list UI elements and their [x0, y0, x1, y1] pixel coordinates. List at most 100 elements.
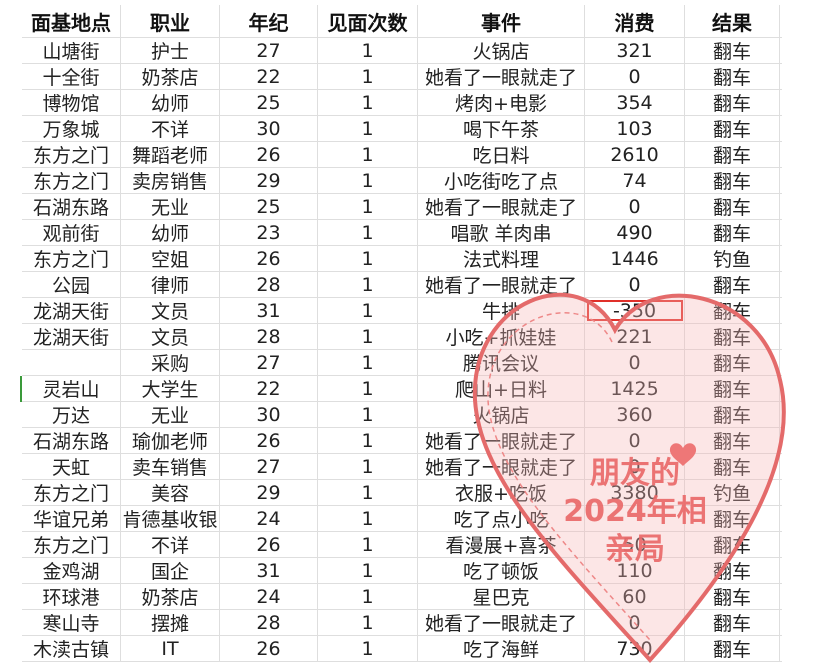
table-cell[interactable]: 卖房销售 [121, 168, 220, 193]
table-cell[interactable]: 27 [220, 38, 318, 63]
column-header[interactable]: 见面次数 [318, 5, 418, 37]
table-cell[interactable]: 1 [318, 402, 418, 427]
table-cell[interactable]: 29 [220, 480, 318, 505]
column-header[interactable]: 消费 [585, 5, 685, 37]
table-cell[interactable]: 354 [585, 90, 685, 115]
table-cell[interactable]: 翻车 [685, 428, 780, 453]
table-cell[interactable]: 25 [220, 90, 318, 115]
table-cell[interactable]: 1 [318, 194, 418, 219]
table-cell[interactable]: 大学生 [121, 376, 220, 401]
table-cell[interactable]: 26 [220, 246, 318, 271]
table-cell[interactable]: 翻车 [685, 636, 780, 661]
table-cell[interactable]: 31 [220, 558, 318, 583]
table-cell[interactable]: 22 [220, 64, 318, 89]
table-cell[interactable]: 翻车 [685, 142, 780, 167]
table-cell[interactable]: 东方之门 [22, 142, 121, 167]
table-cell[interactable]: 天虹 [22, 454, 121, 479]
table-cell[interactable]: 翻车 [685, 402, 780, 427]
table-cell[interactable]: 翻车 [685, 220, 780, 245]
table-cell[interactable]: 翻车 [685, 610, 780, 635]
column-header[interactable]: 职业 [121, 5, 220, 37]
table-cell[interactable]: 27 [220, 350, 318, 375]
table-cell[interactable]: 她看了一眼就走了 [418, 610, 585, 635]
table-cell[interactable]: 1 [318, 350, 418, 375]
table-cell[interactable]: 1 [318, 610, 418, 635]
table-cell[interactable]: 翻车 [685, 376, 780, 401]
table-cell[interactable]: 1 [318, 324, 418, 349]
table-cell[interactable]: 无业 [121, 194, 220, 219]
table-cell[interactable]: 唱歌 羊肉串 [418, 220, 585, 245]
table-cell[interactable]: 舞蹈老师 [121, 142, 220, 167]
table-cell[interactable]: 24 [220, 506, 318, 531]
table-cell[interactable]: 24 [220, 584, 318, 609]
table-cell[interactable]: 1 [318, 116, 418, 141]
table-cell[interactable]: 山塘街 [22, 38, 121, 63]
table-cell[interactable]: 她看了一眼就走了 [418, 194, 585, 219]
table-cell[interactable]: 摆摊 [121, 610, 220, 635]
table-cell[interactable]: 1 [318, 38, 418, 63]
table-cell[interactable] [22, 350, 121, 375]
table-cell[interactable]: 0 [585, 194, 685, 219]
table-cell[interactable]: 喝下午茶 [418, 116, 585, 141]
table-cell[interactable]: 26 [220, 142, 318, 167]
table-cell[interactable]: 28 [220, 324, 318, 349]
table-cell[interactable]: 1 [318, 558, 418, 583]
table-cell[interactable]: 腾讯会议 [418, 350, 585, 375]
table-cell[interactable]: 321 [585, 38, 685, 63]
table-cell[interactable]: 翻车 [685, 298, 780, 323]
table-cell[interactable]: 东方之门 [22, 480, 121, 505]
table-cell[interactable]: 星巴克 [418, 584, 585, 609]
table-cell[interactable]: 1425 [585, 376, 685, 401]
table-cell[interactable]: 730 [585, 636, 685, 661]
column-header[interactable]: 年纪 [220, 5, 318, 37]
table-cell[interactable]: 国企 [121, 558, 220, 583]
table-cell[interactable]: 22 [220, 376, 318, 401]
table-cell[interactable]: 1 [318, 168, 418, 193]
table-cell[interactable]: 美容 [121, 480, 220, 505]
table-cell[interactable]: 1446 [585, 246, 685, 271]
table-cell[interactable]: 2610 [585, 142, 685, 167]
table-cell[interactable]: 0 [585, 428, 685, 453]
table-cell[interactable]: 翻车 [685, 90, 780, 115]
table-cell[interactable]: 石湖东路 [22, 428, 121, 453]
table-cell[interactable]: 龙湖天街 [22, 298, 121, 323]
table-cell[interactable]: 无业 [121, 402, 220, 427]
table-cell[interactable]: 360 [585, 402, 685, 427]
table-cell[interactable]: 31 [220, 298, 318, 323]
table-cell[interactable]: 翻车 [685, 168, 780, 193]
column-header[interactable]: 结果 [685, 5, 780, 37]
table-cell[interactable]: 60 [585, 584, 685, 609]
column-header[interactable]: 面基地点 [22, 5, 121, 37]
table-cell[interactable]: 30 [220, 116, 318, 141]
table-cell[interactable]: 103 [585, 116, 685, 141]
table-cell[interactable]: 法式料理 [418, 246, 585, 271]
table-cell[interactable]: 采购 [121, 350, 220, 375]
table-cell[interactable]: 翻车 [685, 38, 780, 63]
table-cell[interactable]: 30 [220, 402, 318, 427]
table-cell[interactable]: 她看了一眼就走了 [418, 428, 585, 453]
table-cell[interactable]: 瑜伽老师 [121, 428, 220, 453]
table-cell[interactable]: 牛排 [418, 298, 585, 323]
table-cell[interactable]: 0 [585, 610, 685, 635]
table-cell[interactable]: 东方之门 [22, 168, 121, 193]
table-cell[interactable]: 27 [220, 454, 318, 479]
table-cell[interactable]: 文员 [121, 298, 220, 323]
table-cell[interactable]: 1 [318, 64, 418, 89]
table-cell[interactable]: 26 [220, 428, 318, 453]
table-cell[interactable]: 26 [220, 636, 318, 661]
table-cell[interactable]: 她看了一眼就走了 [418, 64, 585, 89]
table-cell[interactable]: 卖车销售 [121, 454, 220, 479]
table-cell[interactable]: 万达 [22, 402, 121, 427]
table-cell[interactable]: 0 [585, 64, 685, 89]
table-cell[interactable]: 28 [220, 610, 318, 635]
table-cell[interactable]: 空姐 [121, 246, 220, 271]
table-cell[interactable]: 吃日料 [418, 142, 585, 167]
table-cell[interactable]: 翻车 [685, 584, 780, 609]
table-cell[interactable]: 石湖东路 [22, 194, 121, 219]
table-cell[interactable]: 1 [318, 506, 418, 531]
table-cell[interactable]: 爬山+日料 [418, 376, 585, 401]
table-cell[interactable]: 1 [318, 272, 418, 297]
table-cell[interactable]: 幼师 [121, 220, 220, 245]
table-cell[interactable]: 幼师 [121, 90, 220, 115]
table-cell[interactable]: 东方之门 [22, 246, 121, 271]
